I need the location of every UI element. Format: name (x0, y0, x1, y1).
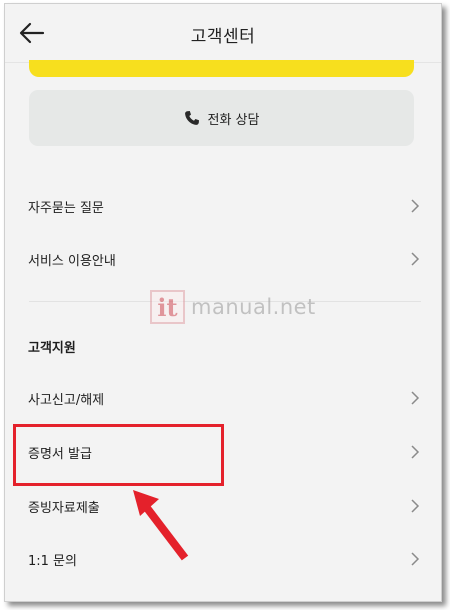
menu-item-evidence-submit[interactable]: 증빙자료제출 (5, 484, 441, 528)
menu-item-label: 1:1 문의 (28, 554, 77, 569)
page-title: 고객센터 (190, 27, 256, 47)
menu-item-inquiry[interactable]: 1:1 문의 (5, 537, 441, 581)
menu-item-faq[interactable]: 자주묻는 질문 (5, 184, 441, 228)
watermark-logo: it (150, 290, 185, 324)
phone-consult-button[interactable]: 전화 상담 (29, 90, 414, 146)
app-screen: 고객센터 전화 상담 자주묻는 질문 서비스 이용안내 고객지원 사고신고/해제… (4, 3, 442, 602)
yellow-banner[interactable] (29, 60, 414, 77)
chevron-right-icon (411, 499, 420, 513)
chevron-right-icon (411, 252, 420, 266)
phone-icon (184, 111, 199, 125)
highlight-annotation-box (13, 424, 224, 486)
chevron-right-icon (411, 445, 420, 459)
menu-item-label: 증빙자료제출 (28, 501, 100, 516)
menu-item-label: 자주묻는 질문 (28, 201, 104, 216)
menu-item-accident-report[interactable]: 사고신고/해제 (5, 376, 441, 420)
menu-item-service-guide[interactable]: 서비스 이용안내 (5, 237, 441, 281)
chevron-right-icon (411, 552, 420, 566)
chevron-right-icon (411, 199, 420, 213)
arrow-annotation-icon (133, 490, 189, 561)
app-header: 고객센터 (5, 4, 441, 63)
chevron-right-icon (411, 391, 420, 405)
watermark-text: manual.net (191, 295, 316, 319)
watermark: it manual.net (150, 290, 316, 324)
phone-consult-label: 전화 상담 (207, 112, 260, 128)
menu-item-label: 사고신고/해제 (28, 393, 105, 408)
menu-item-label: 서비스 이용안내 (28, 254, 116, 269)
section-title-support: 고객지원 (28, 341, 76, 356)
